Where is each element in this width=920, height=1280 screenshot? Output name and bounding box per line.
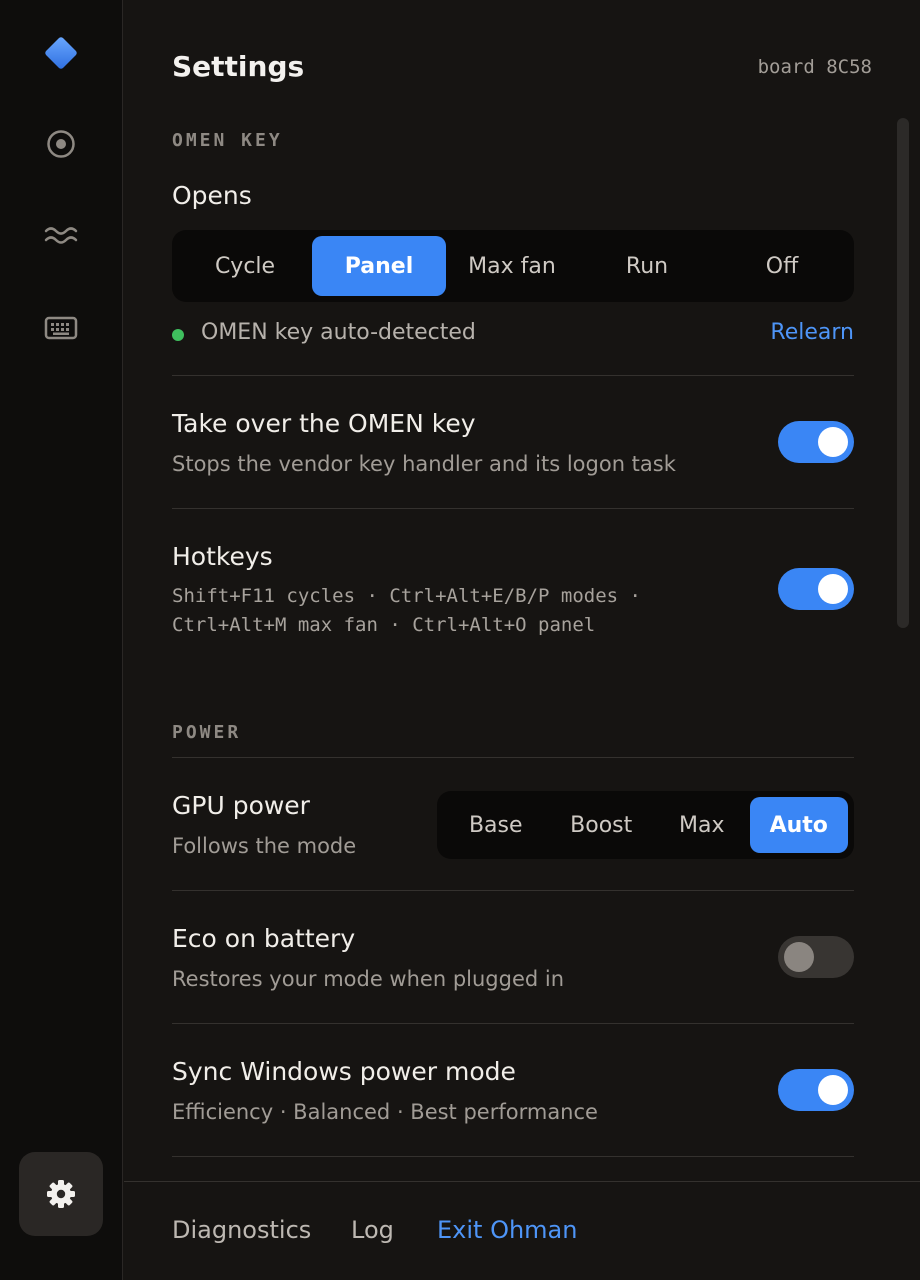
takeover-toggle[interactable] [778, 421, 854, 463]
logo-diamond-icon[interactable] [37, 29, 85, 77]
divider [172, 375, 854, 376]
settings-panel: Settings board 8C58 OMEN KEY Opens Cycle… [124, 0, 920, 1280]
section-label-power: POWER [172, 722, 242, 743]
divider [172, 508, 854, 509]
target-icon[interactable] [37, 120, 85, 168]
gpu-option-max[interactable]: Max [654, 797, 750, 853]
opens-label: Opens [172, 181, 252, 210]
sync-power-title: Sync Windows power mode [172, 1057, 516, 1086]
log-link[interactable]: Log [351, 1216, 394, 1244]
gpu-option-base[interactable]: Base [443, 797, 548, 853]
opens-option-off[interactable]: Off [716, 236, 848, 296]
opens-option-max-fan[interactable]: Max fan [446, 236, 578, 296]
waves-icon[interactable] [37, 212, 85, 260]
gpu-option-boost[interactable]: Boost [548, 797, 653, 853]
gear-icon [47, 1180, 75, 1208]
board-id: board 8C58 [757, 56, 872, 78]
eco-battery-subtitle: Restores your mode when plugged in [172, 967, 565, 991]
divider [172, 890, 854, 891]
divider [172, 757, 854, 758]
eco-battery-title: Eco on battery [172, 924, 356, 953]
sync-power-subtitle: Efficiency · Balanced · Best performance [172, 1100, 598, 1124]
page-title: Settings [172, 50, 305, 83]
hotkeys-line-2: Ctrl+Alt+M max fan · Ctrl+Alt+O panel [172, 614, 596, 636]
toggle-knob [818, 427, 848, 457]
keyboard-icon[interactable] [37, 304, 85, 352]
exit-link[interactable]: Exit Ohman [437, 1216, 577, 1244]
sync-power-toggle[interactable] [778, 1069, 854, 1111]
diagnostics-link[interactable]: Diagnostics [172, 1216, 311, 1244]
sidebar [0, 0, 123, 1280]
section-label-omen-key: OMEN KEY [172, 130, 283, 151]
settings-nav-button[interactable] [19, 1152, 103, 1236]
hotkeys-title: Hotkeys [172, 542, 273, 571]
scrollbar[interactable] [897, 118, 909, 628]
footer-divider [124, 1181, 920, 1182]
status-dot-icon [172, 329, 184, 341]
gpu-power-subtitle: Follows the mode [172, 834, 357, 858]
hotkeys-toggle[interactable] [778, 568, 854, 610]
relearn-link[interactable]: Relearn [770, 320, 854, 345]
divider [172, 1156, 854, 1157]
opens-option-run[interactable]: Run [578, 236, 716, 296]
settings-window: Settings board 8C58 OMEN KEY Opens Cycle… [0, 0, 920, 1280]
omen-key-status: OMEN key auto-detected [201, 320, 476, 345]
takeover-subtitle: Stops the vendor key handler and its log… [172, 452, 676, 476]
gpu-power-segmented-control: Base Boost Max Auto [437, 791, 854, 859]
toggle-knob [818, 574, 848, 604]
gpu-option-auto[interactable]: Auto [749, 797, 849, 853]
toggle-knob [818, 1075, 848, 1105]
opens-segmented-control: Cycle Panel Max fan Run Off [172, 230, 854, 302]
opens-option-cycle[interactable]: Cycle [178, 236, 312, 296]
hotkeys-line-1: Shift+F11 cycles · Ctrl+Alt+E/B/P modes … [172, 585, 641, 607]
takeover-title: Take over the OMEN key [172, 409, 476, 438]
toggle-knob [784, 942, 814, 972]
eco-battery-toggle[interactable] [778, 936, 854, 978]
divider [172, 1023, 854, 1024]
gpu-power-title: GPU power [172, 791, 310, 820]
opens-option-panel[interactable]: Panel [312, 236, 446, 296]
